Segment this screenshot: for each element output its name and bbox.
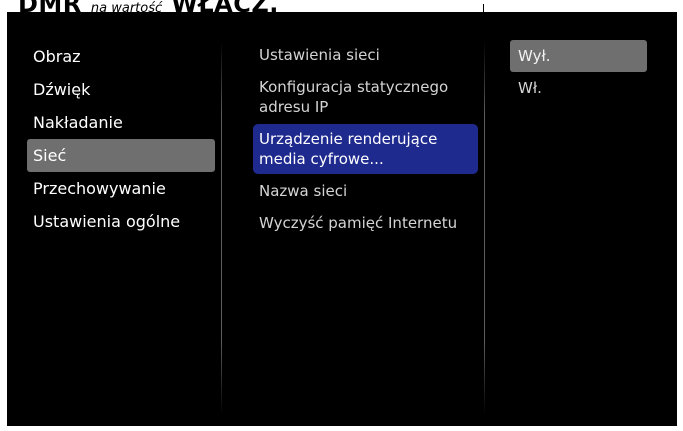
submenu-item-dmr[interactable]: Urządzenie renderujące media cyfrowe...	[253, 124, 478, 174]
main-menu-item-siec[interactable]: Sieć	[27, 139, 215, 172]
main-menu: Obraz Dźwięk Nakładanie Sieć Przechowywa…	[27, 40, 215, 238]
main-menu-item-przechowywanie[interactable]: Przechowywanie	[27, 172, 215, 205]
osd-menu-screen: Obraz Dźwięk Nakładanie Sieć Przechowywa…	[7, 12, 677, 426]
option-wyl[interactable]: Wył.	[510, 40, 647, 72]
column-divider-right	[484, 40, 485, 415]
main-menu-item-dzwiek[interactable]: Dźwięk	[27, 73, 215, 106]
option-list: Wył. Wł.	[510, 40, 647, 104]
header-bold-right: WŁĄCZ.	[171, 0, 279, 12]
submenu-item-wyczysc-pamiec[interactable]: Wyczyść pamięć Internetu	[253, 208, 478, 238]
header-small-text: na wartość	[90, 1, 163, 12]
header-tick-mark	[483, 4, 484, 12]
main-menu-item-nakladanie[interactable]: Nakładanie	[27, 106, 215, 139]
option-wl[interactable]: Wł.	[510, 72, 647, 104]
column-divider-left	[221, 40, 222, 415]
network-submenu: Ustawienia sieci Konfiguracja statyczneg…	[253, 40, 478, 240]
header-bold-left: DMR	[18, 0, 82, 12]
main-menu-item-ustawienia-ogolne[interactable]: Ustawienia ogólne	[27, 205, 215, 238]
document-header-fragment: DMR na wartość WŁĄCZ.	[18, 0, 498, 12]
main-menu-item-obraz[interactable]: Obraz	[27, 40, 215, 73]
submenu-item-ustawienia-sieci[interactable]: Ustawienia sieci	[253, 40, 478, 70]
submenu-item-nazwa-sieci[interactable]: Nazwa sieci	[253, 176, 478, 206]
submenu-item-statyczny-ip[interactable]: Konfiguracja statycznego adresu IP	[253, 72, 478, 122]
